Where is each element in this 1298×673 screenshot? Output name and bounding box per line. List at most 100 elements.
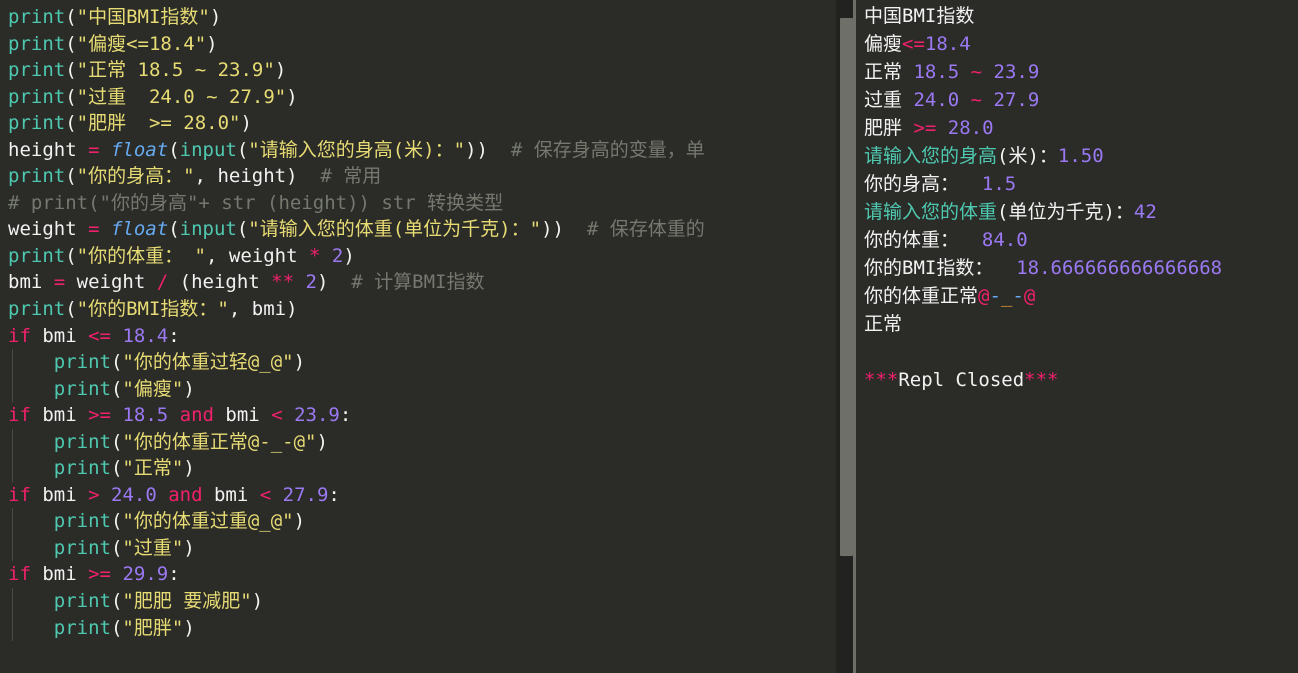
code-line[interactable]: if bmi >= 18.5 and bmi < 23.9: bbox=[0, 402, 836, 429]
code-line[interactable]: print("过重") bbox=[0, 534, 836, 562]
code-token-str: "正常" bbox=[122, 457, 184, 480]
ide-window: print("中国BMI指数") print("偏瘦<=18.4") print("… bbox=[0, 0, 1298, 673]
code-line[interactable]: height = float(input("请输入您的身高(米)：")) # 保… bbox=[0, 137, 836, 164]
code-token-var: height bbox=[217, 165, 287, 188]
code-token-punc: ) bbox=[209, 6, 222, 28]
code-token-op: < bbox=[259, 483, 272, 506]
console-token-num: 28.0 bbox=[936, 117, 994, 139]
code-line[interactable]: print("你的BMI指数：", bmi) bbox=[0, 296, 836, 323]
code-line[interactable]: bmi = weight / (height ** 2) # 计算BMI指数 bbox=[0, 269, 836, 296]
code-token-op: >= bbox=[88, 404, 111, 427]
console-line: 请输入您的身高(米)：1.50 bbox=[864, 142, 1298, 170]
code-token-fn: print bbox=[53, 457, 111, 480]
console-line: 你的BMI指数： 18.666666666666668 bbox=[864, 254, 1298, 282]
console-token-und: _ bbox=[1000, 285, 1013, 307]
code-line[interactable]: print("正常 18.5 ~ 23.9") bbox=[0, 57, 836, 84]
code-line[interactable]: print("你的体重： ", weight * 2) bbox=[0, 243, 836, 270]
code-lines-container[interactable]: print("中国BMI指数") print("偏瘦<=18.4") print("… bbox=[0, 0, 836, 642]
code-line[interactable]: print("中国BMI指数") bbox=[0, 4, 836, 31]
code-token-fn: print bbox=[8, 59, 66, 82]
code-token-str: "过重 24.0 ~ 27.9" bbox=[76, 85, 287, 108]
code-line[interactable]: # print("你的身高"+ str (height)) str 转换类型 bbox=[0, 190, 836, 217]
code-token-punc: ) bbox=[183, 536, 195, 559]
code-token-punc: ( bbox=[168, 138, 180, 161]
code-line[interactable]: print("你的体重过重@_@") bbox=[0, 508, 836, 535]
code-token-fn: input bbox=[179, 138, 237, 161]
code-line[interactable]: print("你的体重过轻@_@") bbox=[0, 349, 836, 376]
console-token-white: 偏瘦 bbox=[864, 33, 903, 55]
code-token-str: "过重" bbox=[122, 536, 184, 559]
code-line[interactable]: if bmi > 24.0 and bmi < 27.9: bbox=[0, 482, 836, 509]
console-token-num: 84.0 bbox=[981, 229, 1028, 251]
console-token-white: 你的BMI指数： bbox=[864, 257, 1005, 279]
code-token-fn: print bbox=[8, 85, 66, 108]
code-editor-pane[interactable]: print("中国BMI指数") print("偏瘦<=18.4") print("… bbox=[0, 0, 836, 673]
code-line[interactable]: print("偏瘦") bbox=[0, 375, 836, 403]
code-token-punc: ) bbox=[286, 298, 298, 321]
code-token-op: <= bbox=[88, 324, 111, 347]
code-token-var: weight bbox=[228, 244, 309, 267]
console-token-at: @ bbox=[978, 285, 990, 307]
code-token-fn: input bbox=[179, 218, 237, 241]
code-token-str: "你的体重过轻@_@" bbox=[122, 351, 294, 374]
code-line[interactable]: if bmi >= 29.9: bbox=[0, 561, 836, 588]
code-line[interactable]: print("偏瘦<=18.4") bbox=[0, 31, 836, 58]
code-token-num: 18.5 bbox=[122, 404, 169, 427]
code-line[interactable]: if bmi <= 18.4: bbox=[0, 323, 836, 350]
code-token-op: > bbox=[88, 483, 100, 506]
code-token-num: 23.9 bbox=[294, 404, 340, 427]
repl-output-pane[interactable]: 中国BMI指数 偏瘦<=18.4 正常 18.5 ~ 23.9 过重 24.0 ~ 2… bbox=[856, 0, 1298, 673]
console-token-white: 正常 bbox=[864, 313, 903, 335]
code-line[interactable]: print("肥肥 要减肥") bbox=[0, 588, 836, 615]
indent-guide bbox=[12, 534, 13, 562]
code-line[interactable]: print("正常") bbox=[0, 455, 836, 482]
code-token-op: = bbox=[88, 218, 100, 241]
console-line: 肥胖 >= 28.0 bbox=[864, 114, 1298, 142]
code-line[interactable]: print("你的身高：", height) # 常用 bbox=[0, 163, 836, 190]
code-line[interactable]: print("肥胖") bbox=[0, 614, 836, 642]
code-token-punc: ) bbox=[183, 377, 195, 400]
code-token-fn: print bbox=[8, 298, 66, 321]
code-token-punc: ) bbox=[251, 590, 264, 613]
code-token-str: "肥肥 要减肥" bbox=[122, 590, 252, 613]
console-line: 你的体重正常@-_-@ bbox=[864, 282, 1298, 310]
code-token-punc: )) bbox=[465, 138, 488, 161]
console-token-white: 正常 bbox=[864, 61, 914, 83]
console-token-white: Repl Closed bbox=[898, 369, 1025, 391]
console-token-num: 23.9 bbox=[993, 61, 1040, 83]
code-token-punc: ( bbox=[65, 244, 77, 267]
code-token-punc: ( bbox=[110, 590, 123, 613]
code-token-punc: ) bbox=[293, 351, 306, 374]
code-token-op: >= bbox=[88, 563, 111, 586]
code-token-fn: print bbox=[53, 351, 111, 374]
code-line[interactable]: weight = float(input("请输入您的体重(单位为千克)："))… bbox=[0, 216, 836, 243]
code-token-num: 24.0 bbox=[111, 483, 157, 506]
code-token-str: "肥胖 >= 28.0" bbox=[76, 112, 241, 135]
code-token-cast: float bbox=[110, 218, 169, 241]
console-line: 过重 24.0 ~ 27.9 bbox=[864, 86, 1298, 114]
code-line[interactable]: print("过重 24.0 ~ 27.9") bbox=[0, 84, 836, 111]
editor-vertical-scrollbar-thumb[interactable] bbox=[840, 18, 853, 556]
code-token-punc: ) bbox=[316, 430, 328, 453]
code-token-str: "你的体重： " bbox=[76, 244, 206, 267]
code-token-fn: print bbox=[8, 165, 66, 188]
console-token-num: 1.50 bbox=[1057, 145, 1104, 167]
code-token-punc: ( bbox=[236, 218, 249, 241]
indent-guide bbox=[12, 428, 13, 456]
console-token-num: 27.9 bbox=[993, 89, 1040, 111]
code-token-var: weight bbox=[65, 271, 157, 294]
code-line[interactable]: print("肥胖 >= 28.0") bbox=[0, 110, 836, 137]
code-token-var: bmi bbox=[8, 271, 54, 294]
code-line[interactable]: print("你的体重正常@-_-@") bbox=[0, 428, 836, 456]
code-token-str: "肥胖" bbox=[122, 616, 184, 639]
code-token-fn: print bbox=[8, 6, 66, 28]
